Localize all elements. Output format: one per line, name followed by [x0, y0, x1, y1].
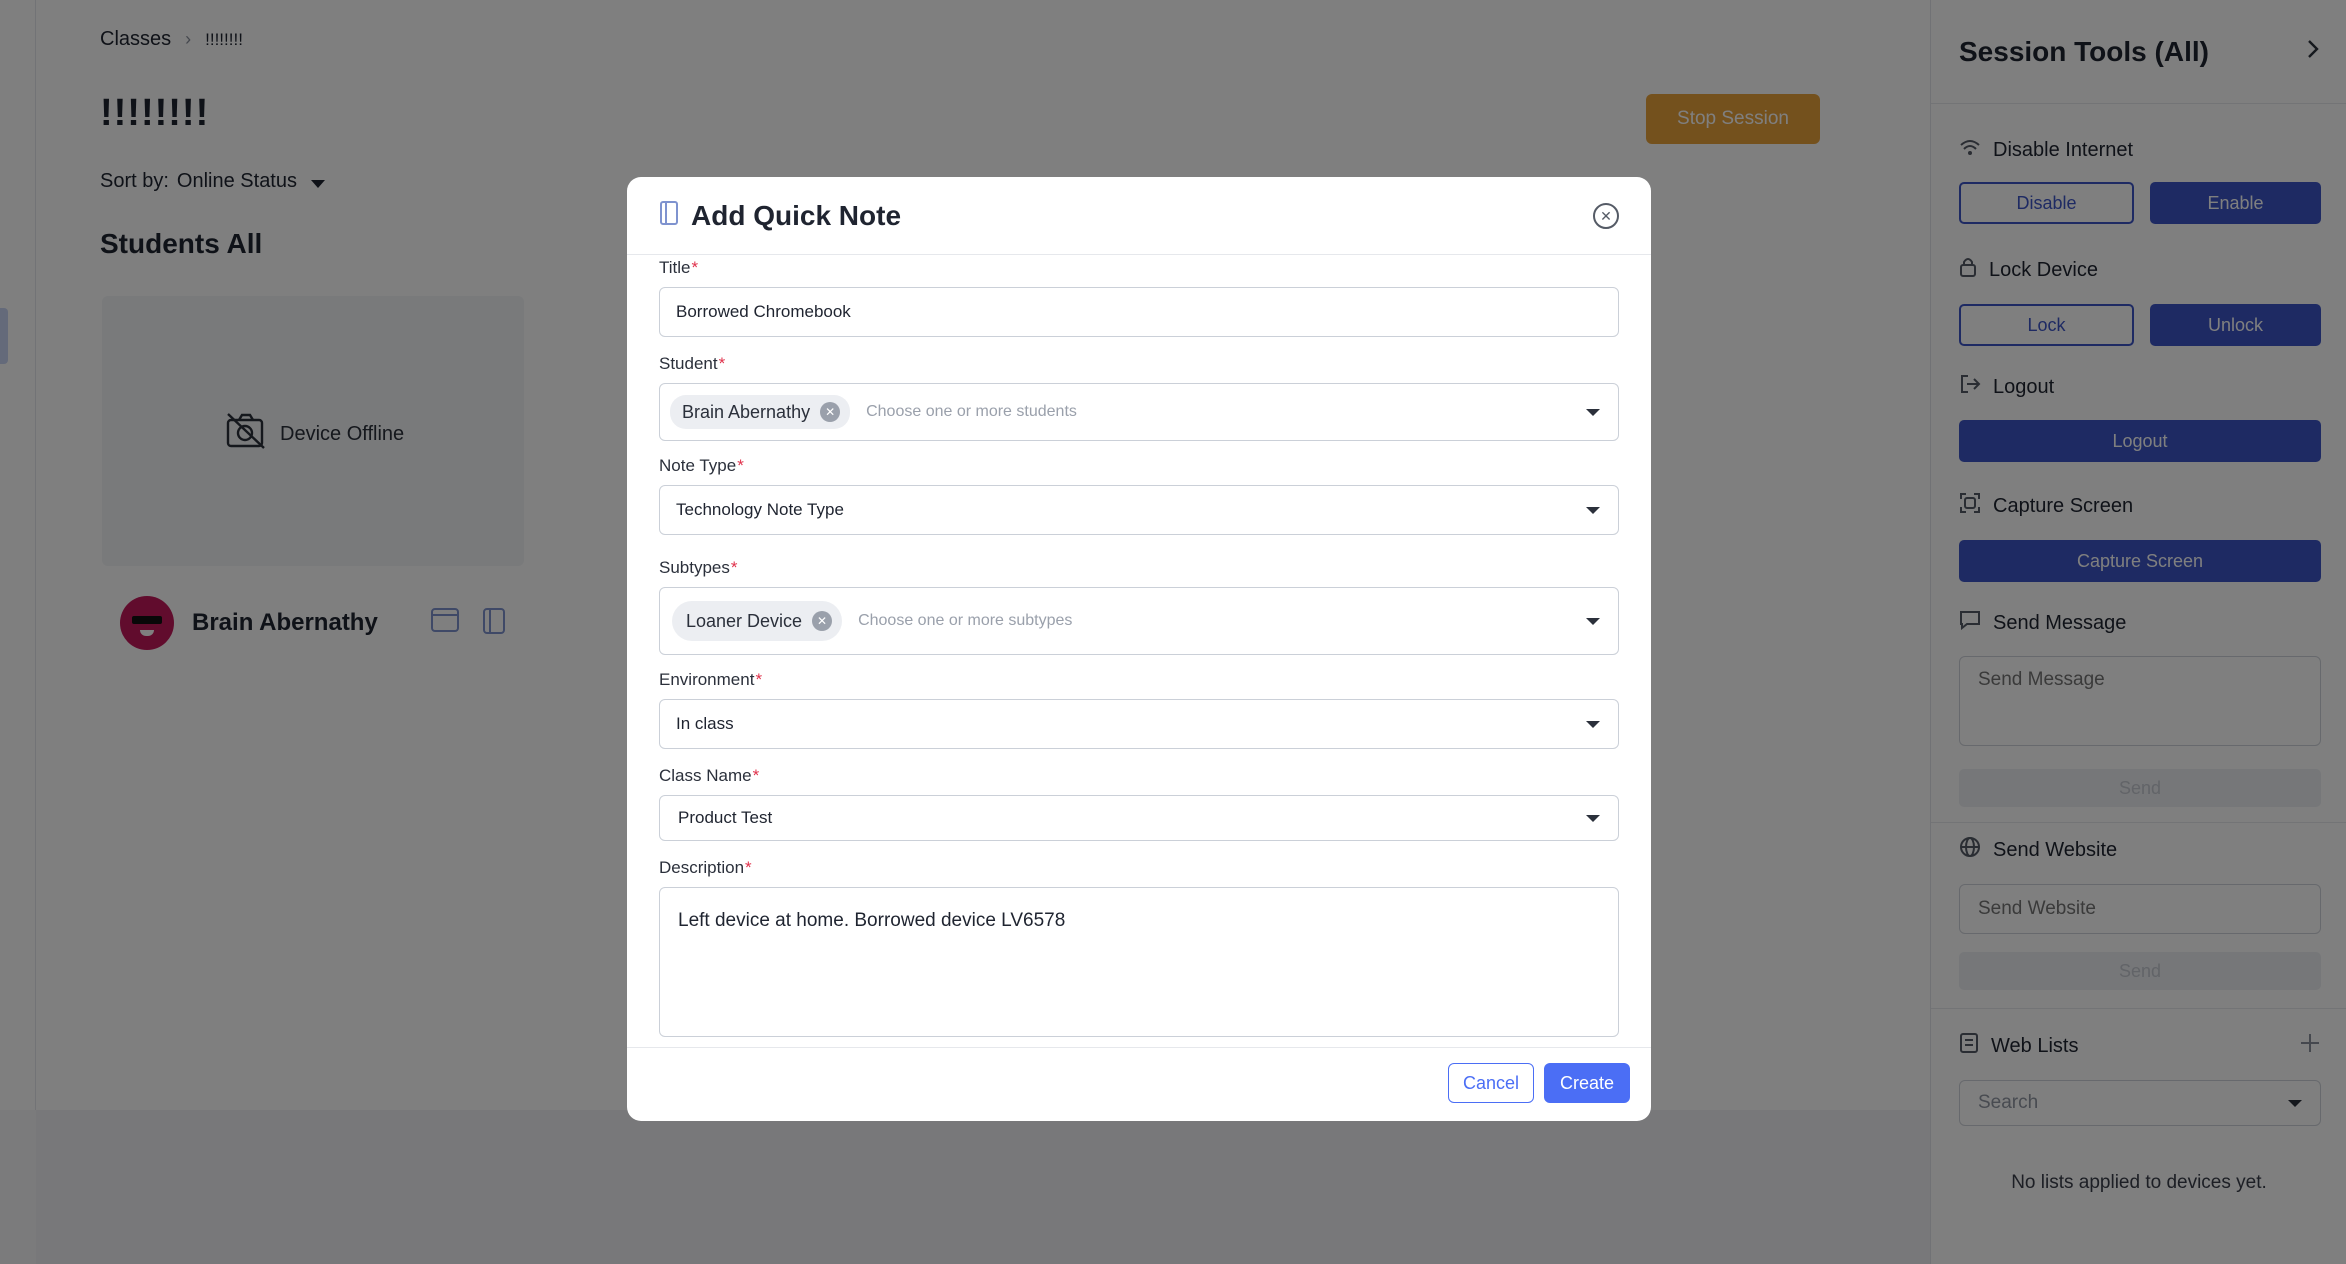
close-icon[interactable]: ✕: [1593, 202, 1619, 229]
student-placeholder: Choose one or more students: [866, 403, 1077, 420]
modal-header: Add Quick Note ✕: [627, 177, 1651, 255]
subtypes-multiselect[interactable]: Loaner Device ✕ Choose one or more subtyp…: [659, 587, 1619, 655]
add-quick-note-modal: Add Quick Note ✕ Title * Borrowed Chromeb…: [627, 177, 1651, 1121]
note-type-value: Technology Note Type: [676, 500, 844, 519]
modal-title: Add Quick Note: [691, 199, 902, 231]
remove-chip-icon[interactable]: ✕: [812, 611, 833, 631]
class-name-select[interactable]: Product Test: [659, 795, 1619, 841]
note-type-select[interactable]: Technology Note Type: [659, 485, 1619, 535]
subtype-chip: Loaner Device ✕: [672, 601, 843, 641]
student-multiselect[interactable]: Brain Abernathy ✕ Choose one or more stud…: [659, 383, 1619, 441]
modal-footer: Cancel Create: [627, 1047, 1651, 1121]
quick-note-form: Title * Borrowed Chromebook Student * Brai…: [659, 255, 1619, 1042]
cancel-button[interactable]: Cancel: [1448, 1063, 1534, 1103]
title-input-value: Borrowed Chromebook: [676, 302, 851, 321]
caret-down-icon: [1586, 815, 1600, 822]
caret-down-icon: [1586, 409, 1600, 416]
title-input[interactable]: Borrowed Chromebook: [659, 287, 1619, 337]
note-type-field-label: Note Type *: [659, 456, 744, 475]
create-button[interactable]: Create: [1544, 1063, 1630, 1103]
student-field-label: Student *: [659, 354, 726, 373]
caret-down-icon: [1586, 721, 1600, 728]
environment-field-label: Environment *: [659, 670, 763, 689]
description-field-label: Description *: [659, 858, 752, 877]
environment-select[interactable]: In class: [659, 699, 1619, 749]
description-textarea[interactable]: Left device at home. Borrowed device LV6…: [659, 887, 1619, 1037]
note-icon: [659, 200, 679, 231]
subtypes-field-label: Subtypes *: [659, 558, 738, 577]
subtype-chip-label: Loaner Device: [686, 610, 803, 631]
caret-down-icon: [1586, 618, 1600, 625]
student-chip-label: Brain Abernathy: [682, 401, 811, 422]
title-field-label: Title *: [659, 258, 699, 277]
student-chip: Brain Abernathy ✕: [670, 395, 851, 429]
subtypes-placeholder: Choose one or more subtypes: [858, 612, 1073, 629]
class-name-value: Product Test: [678, 808, 773, 827]
class-name-field-label: Class Name *: [659, 766, 760, 785]
remove-chip-icon[interactable]: ✕: [820, 402, 841, 422]
environment-value: In class: [676, 714, 734, 733]
caret-down-icon: [1586, 507, 1600, 514]
